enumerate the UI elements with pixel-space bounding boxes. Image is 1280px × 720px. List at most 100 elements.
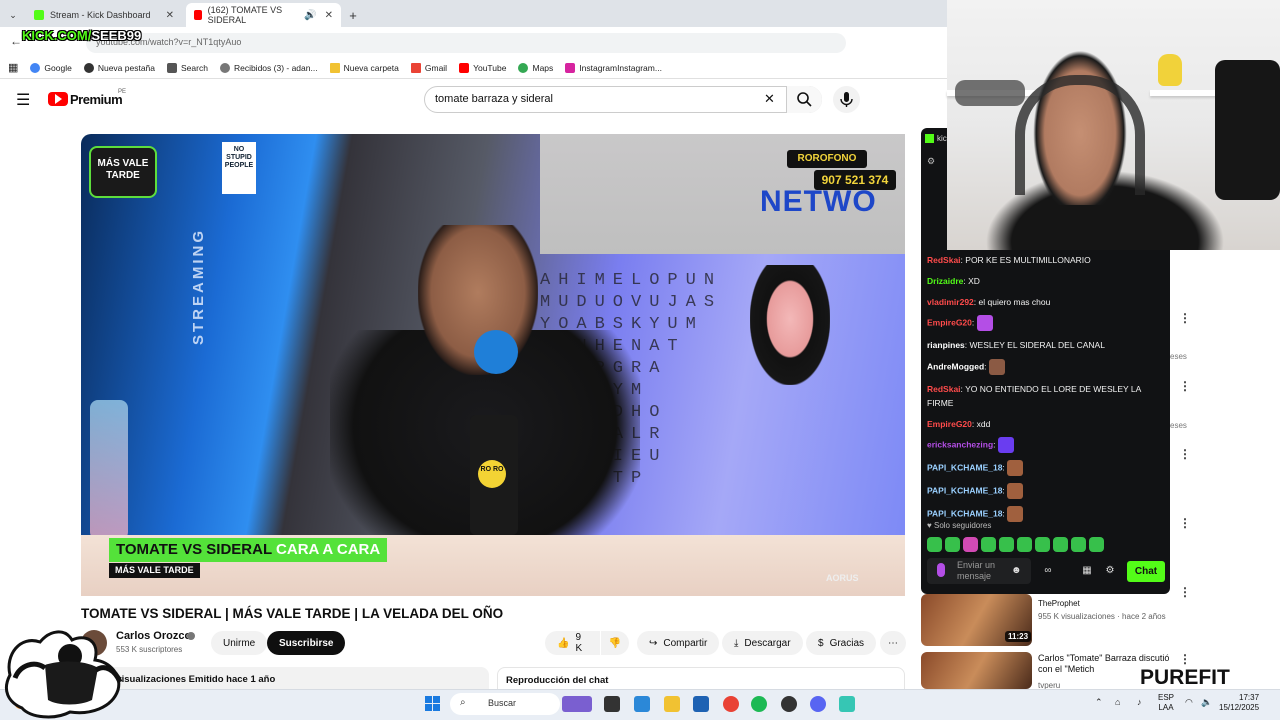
chat-username[interactable]: Drizaidre — [927, 276, 963, 286]
chat-message: PAPI_KCHAME_18: — [927, 460, 1163, 477]
bookmark-folder[interactable]: Nueva carpeta — [329, 62, 399, 73]
chat-username[interactable]: PAPI_KCHAME_18 — [927, 485, 1002, 495]
chat-username[interactable]: EmpireG20 — [927, 419, 972, 429]
emote-icon[interactable] — [1035, 537, 1050, 552]
search-button[interactable] — [786, 86, 822, 113]
back-arrow-icon[interactable]: ← — [10, 34, 22, 48]
chrome-icon[interactable] — [723, 696, 739, 712]
url-field[interactable]: youtube.com/watch?v=r_NT1qtyAuo — [86, 33, 846, 53]
tab-youtube-video[interactable]: (162) TOMATE VS SIDERAL 🔊 ✕ — [186, 3, 341, 27]
reco-thumbnail[interactable] — [921, 652, 1032, 689]
edge-icon[interactable] — [634, 696, 650, 712]
menu-hamburger-icon[interactable]: ☰ — [16, 90, 30, 110]
microphone-icon — [840, 92, 853, 107]
bookmark-youtube[interactable]: YouTube — [459, 62, 506, 73]
chat-username[interactable]: ericksanchezing — [927, 440, 993, 450]
store-icon[interactable] — [693, 696, 709, 712]
file-explorer-icon[interactable] — [664, 696, 680, 712]
share-icon: ↪ — [649, 637, 658, 649]
download-button[interactable]: ⤓ Descargar — [722, 631, 803, 655]
new-tab-button[interactable]: + — [343, 3, 363, 27]
taskbar-widget-icon[interactable] — [562, 696, 592, 712]
chat-emote-icon — [997, 437, 1014, 454]
microphone-icon[interactable] — [937, 563, 945, 577]
chat-settings-icon[interactable]: ⚙ — [1104, 565, 1116, 577]
app-icon[interactable] — [839, 696, 855, 712]
discord-icon[interactable] — [810, 696, 826, 712]
bookmark-new-tab[interactable]: Nueva pestaña — [83, 62, 155, 73]
more-vert-icon[interactable]: ⋮ — [1179, 585, 1191, 599]
clear-search-icon[interactable]: ✕ — [764, 91, 775, 107]
network-icon[interactable]: ⌂ — [1115, 697, 1120, 707]
more-vert-icon[interactable]: ⋮ — [1179, 516, 1191, 530]
subscribe-button[interactable]: Suscribirse — [267, 631, 346, 655]
language-indicator[interactable]: ESP LAA — [1158, 693, 1174, 713]
chat-emote-icon — [1007, 505, 1024, 522]
task-view-icon[interactable] — [604, 696, 620, 712]
emote-icon[interactable] — [945, 537, 960, 552]
taskbar-clock[interactable]: 17:37 15/12/2025 — [1219, 693, 1259, 713]
bookmark-google[interactable]: Google — [30, 62, 72, 73]
like-count: 9 K — [575, 632, 583, 654]
settings-sliders-icon[interactable]: ⚙ — [927, 156, 935, 167]
taskbar-search[interactable]: Buscar — [450, 693, 560, 715]
wifi-icon[interactable]: ◠ — [1185, 697, 1193, 708]
emote-icon[interactable] — [1071, 537, 1086, 552]
thanks-button[interactable]: $ Gracias — [806, 631, 877, 655]
tray-chevron-icon[interactable]: ⌃ — [1095, 697, 1103, 708]
close-tab-icon[interactable]: ✕ — [166, 10, 174, 21]
chat-message: RedSkai: POR KE ES MULTIMILLONARIO — [927, 253, 1163, 267]
chat-send-button[interactable]: Chat — [1127, 561, 1165, 582]
chat-username[interactable]: RedSkai — [927, 255, 961, 265]
chat-username[interactable]: EmpireG20 — [927, 318, 972, 328]
bookmark-gmail[interactable]: Gmail — [410, 62, 447, 73]
emote-icon[interactable] — [1017, 537, 1032, 552]
dislike-button[interactable]: 👎 — [601, 631, 629, 655]
speaker-icon[interactable]: 🔊 — [304, 10, 316, 21]
more-actions-button[interactable]: ⋯ — [880, 631, 906, 655]
tab-kick-dashboard[interactable]: Stream - Kick Dashboard ✕ — [26, 3, 182, 27]
bookmark-search[interactable]: Search — [167, 62, 208, 73]
chat-username[interactable]: PAPI_KCHAME_18 — [927, 508, 1002, 518]
store-icon[interactable]: ▦ — [1081, 565, 1093, 577]
emote-icon[interactable] — [927, 537, 942, 552]
close-tab-icon[interactable]: ✕ — [325, 10, 333, 21]
emote-icon[interactable] — [981, 537, 996, 552]
youtube-premium-logo[interactable]: Premium — [70, 92, 123, 107]
chat-username[interactable]: PAPI_KCHAME_18 — [927, 462, 1002, 472]
bookmark-maps[interactable]: Maps — [518, 62, 553, 73]
chat-username[interactable]: vladimir292 — [927, 297, 974, 307]
bookmark-inbox[interactable]: Recibidos (3) - adan... — [219, 62, 318, 73]
apps-grid-icon[interactable]: ▦ — [8, 61, 18, 74]
emoji-icon[interactable]: ☻ — [1011, 565, 1022, 576]
obs-icon[interactable] — [781, 696, 797, 712]
spotify-icon[interactable] — [751, 696, 767, 712]
search-input[interactable]: tomate barraza y sideral — [424, 86, 822, 113]
emote-icon[interactable] — [963, 537, 978, 552]
emote-icon[interactable] — [1089, 537, 1104, 552]
clock-date: 15/12/2025 — [1219, 703, 1260, 712]
tab-search-dropdown[interactable]: ⌄ — [6, 3, 20, 27]
kick-favicon-icon — [34, 10, 44, 20]
emote-icon[interactable] — [1053, 537, 1068, 552]
search-icon — [797, 92, 812, 107]
chat-username[interactable]: RedSkai — [927, 384, 961, 394]
more-vert-icon[interactable]: ⋮ — [1179, 447, 1191, 461]
more-vert-icon[interactable]: ⋮ — [1179, 652, 1191, 666]
voice-search-button[interactable] — [833, 86, 860, 113]
share-button[interactable]: ↪ Compartir — [637, 631, 720, 655]
volume-icon[interactable]: 🔈 — [1201, 697, 1212, 708]
start-button[interactable] — [425, 696, 441, 712]
chat-message: rianpines: WESLEY EL SIDERAL DEL CANAL — [927, 338, 1163, 352]
join-button[interactable]: Unirme — [211, 631, 268, 655]
chat-username[interactable]: AndreMogged — [927, 361, 984, 371]
more-vert-icon[interactable]: ⋮ — [1179, 379, 1191, 393]
chat-username[interactable]: rianpines — [927, 340, 965, 350]
like-button[interactable]: 👍 9 K — [545, 631, 600, 655]
link-icon[interactable]: ∞ — [1042, 565, 1054, 577]
reco-channel[interactable]: TheProphet — [1038, 599, 1080, 608]
emote-icon[interactable] — [999, 537, 1014, 552]
mic-tray-icon[interactable]: ♪ — [1137, 697, 1142, 707]
more-vert-icon[interactable]: ⋮ — [1179, 311, 1191, 325]
bookmark-instagram[interactable]: InstagramInstagram... — [565, 62, 662, 73]
